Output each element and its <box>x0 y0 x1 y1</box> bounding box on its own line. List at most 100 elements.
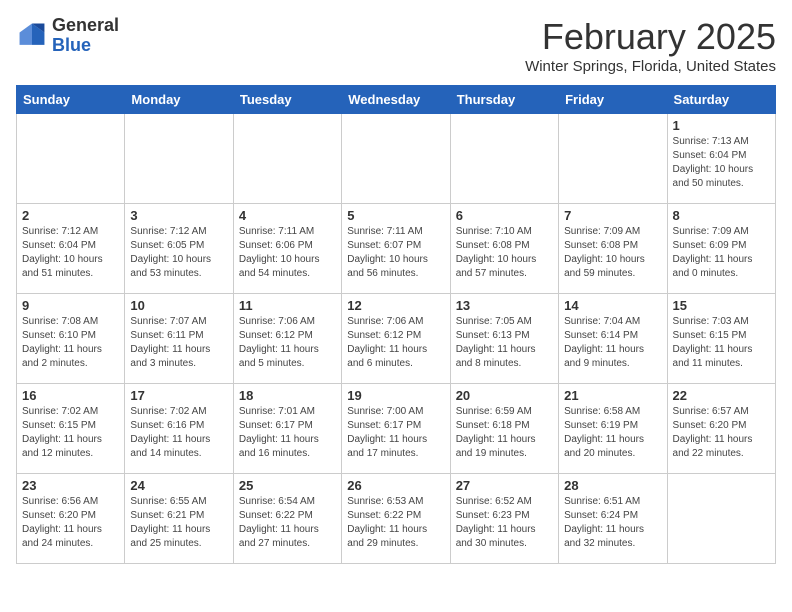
day-number: 14 <box>564 298 661 313</box>
day-info: Sunrise: 7:02 AM Sunset: 6:15 PM Dayligh… <box>22 405 119 461</box>
calendar-cell: 13Sunrise: 7:05 AM Sunset: 6:13 PM Dayli… <box>450 294 558 384</box>
logo: General Blue <box>16 16 119 56</box>
calendar-cell: 2 Sunrise: 7:12 AM Sunset: 6:04 PM Daylig… <box>17 204 125 294</box>
week-row: 9 Sunrise: 7:08 AM Sunset: 6:10 PM Daylig… <box>17 294 776 384</box>
day-info: Sunrise: 7:09 AM Sunset: 6:08 PM Dayligh… <box>564 225 661 281</box>
day-number: 22 <box>673 388 770 403</box>
calendar-cell <box>667 474 775 564</box>
day-number: 5 <box>347 208 444 223</box>
day-number: 10 <box>130 298 227 313</box>
week-row: 16 Sunrise: 7:02 AM Sunset: 6:15 PM Dayli… <box>17 384 776 474</box>
day-info: Sunrise: 7:04 AM Sunset: 6:14 PM Dayligh… <box>564 315 661 371</box>
calendar-cell <box>125 114 233 204</box>
calendar-cell: 4Sunrise: 7:11 AM Sunset: 6:06 PM Daylig… <box>233 204 341 294</box>
calendar-cell: 21 Sunrise: 6:58 AM Sunset: 6:19 PM Dayli… <box>559 384 667 474</box>
calendar-cell: 25Sunrise: 6:54 AM Sunset: 6:22 PM Dayli… <box>233 474 341 564</box>
logo-icon <box>16 20 48 52</box>
day-number: 28 <box>564 478 661 493</box>
calendar-cell: 28 Sunrise: 6:51 AM Sunset: 6:24 PM Dayli… <box>559 474 667 564</box>
calendar-cell: 23 Sunrise: 6:56 AM Sunset: 6:20 PM Dayli… <box>17 474 125 564</box>
title-block: February 2025 Winter Springs, Florida, U… <box>525 16 776 75</box>
logo-text: General Blue <box>52 16 119 56</box>
day-info: Sunrise: 7:12 AM Sunset: 6:04 PM Dayligh… <box>22 225 119 281</box>
calendar-cell: 11 Sunrise: 7:06 AM Sunset: 6:12 PM Dayli… <box>233 294 341 384</box>
day-number: 6 <box>456 208 553 223</box>
day-info: Sunrise: 6:52 AM Sunset: 6:23 PM Dayligh… <box>456 495 553 551</box>
calendar-cell: 5 Sunrise: 7:11 AM Sunset: 6:07 PM Daylig… <box>342 204 450 294</box>
day-info: Sunrise: 7:07 AM Sunset: 6:11 PM Dayligh… <box>130 315 227 371</box>
day-info: Sunrise: 7:11 AM Sunset: 6:07 PM Dayligh… <box>347 225 444 281</box>
day-number: 7 <box>564 208 661 223</box>
day-number: 27 <box>456 478 553 493</box>
day-info: Sunrise: 7:10 AM Sunset: 6:08 PM Dayligh… <box>456 225 553 281</box>
week-row: 23 Sunrise: 6:56 AM Sunset: 6:20 PM Dayli… <box>17 474 776 564</box>
day-info: Sunrise: 6:59 AM Sunset: 6:18 PM Dayligh… <box>456 405 553 461</box>
day-info: Sunrise: 6:53 AM Sunset: 6:22 PM Dayligh… <box>347 495 444 551</box>
day-info: Sunrise: 6:58 AM Sunset: 6:19 PM Dayligh… <box>564 405 661 461</box>
calendar-cell <box>450 114 558 204</box>
day-number: 18 <box>239 388 336 403</box>
day-of-week-header: Tuesday <box>233 86 341 114</box>
day-info: Sunrise: 7:02 AM Sunset: 6:16 PM Dayligh… <box>130 405 227 461</box>
calendar-cell: 15 Sunrise: 7:03 AM Sunset: 6:15 PM Dayli… <box>667 294 775 384</box>
day-of-week-header: Sunday <box>17 86 125 114</box>
day-number: 2 <box>22 208 119 223</box>
day-number: 3 <box>130 208 227 223</box>
calendar-cell: 22Sunrise: 6:57 AM Sunset: 6:20 PM Dayli… <box>667 384 775 474</box>
calendar-cell: 9 Sunrise: 7:08 AM Sunset: 6:10 PM Daylig… <box>17 294 125 384</box>
day-info: Sunrise: 6:55 AM Sunset: 6:21 PM Dayligh… <box>130 495 227 551</box>
calendar-cell: 8 Sunrise: 7:09 AM Sunset: 6:09 PM Daylig… <box>667 204 775 294</box>
day-number: 23 <box>22 478 119 493</box>
page-header: General Blue February 2025 Winter Spring… <box>16 16 776 75</box>
calendar-cell: 16 Sunrise: 7:02 AM Sunset: 6:15 PM Dayli… <box>17 384 125 474</box>
calendar-cell: 12Sunrise: 7:06 AM Sunset: 6:12 PM Dayli… <box>342 294 450 384</box>
calendar-cell: 27 Sunrise: 6:52 AM Sunset: 6:23 PM Dayli… <box>450 474 558 564</box>
calendar-cell <box>342 114 450 204</box>
day-info: Sunrise: 7:13 AM Sunset: 6:04 PM Dayligh… <box>673 135 770 191</box>
logo-blue: Blue <box>52 35 91 55</box>
day-info: Sunrise: 6:56 AM Sunset: 6:20 PM Dayligh… <box>22 495 119 551</box>
day-number: 9 <box>22 298 119 313</box>
day-info: Sunrise: 7:12 AM Sunset: 6:05 PM Dayligh… <box>130 225 227 281</box>
day-info: Sunrise: 7:03 AM Sunset: 6:15 PM Dayligh… <box>673 315 770 371</box>
calendar-cell: 7 Sunrise: 7:09 AM Sunset: 6:08 PM Daylig… <box>559 204 667 294</box>
day-info: Sunrise: 7:06 AM Sunset: 6:12 PM Dayligh… <box>239 315 336 371</box>
day-of-week-header: Friday <box>559 86 667 114</box>
week-row: 1 Sunrise: 7:13 AM Sunset: 6:04 PM Daylig… <box>17 114 776 204</box>
calendar-cell: 19 Sunrise: 7:00 AM Sunset: 6:17 PM Dayli… <box>342 384 450 474</box>
logo-general: General <box>52 15 119 35</box>
day-number: 11 <box>239 298 336 313</box>
calendar-cell: 3 Sunrise: 7:12 AM Sunset: 6:05 PM Daylig… <box>125 204 233 294</box>
calendar-header-row: SundayMondayTuesdayWednesdayThursdayFrid… <box>17 86 776 114</box>
day-number: 12 <box>347 298 444 313</box>
calendar-cell: 17 Sunrise: 7:02 AM Sunset: 6:16 PM Dayli… <box>125 384 233 474</box>
day-of-week-header: Saturday <box>667 86 775 114</box>
day-info: Sunrise: 6:51 AM Sunset: 6:24 PM Dayligh… <box>564 495 661 551</box>
day-info: Sunrise: 7:11 AM Sunset: 6:06 PM Dayligh… <box>239 225 336 281</box>
calendar-cell: 10 Sunrise: 7:07 AM Sunset: 6:11 PM Dayli… <box>125 294 233 384</box>
day-number: 16 <box>22 388 119 403</box>
day-number: 21 <box>564 388 661 403</box>
day-info: Sunrise: 7:01 AM Sunset: 6:17 PM Dayligh… <box>239 405 336 461</box>
day-info: Sunrise: 7:00 AM Sunset: 6:17 PM Dayligh… <box>347 405 444 461</box>
day-number: 15 <box>673 298 770 313</box>
calendar-cell: 6 Sunrise: 7:10 AM Sunset: 6:08 PM Daylig… <box>450 204 558 294</box>
day-number: 25 <box>239 478 336 493</box>
day-number: 24 <box>130 478 227 493</box>
calendar-cell: 14 Sunrise: 7:04 AM Sunset: 6:14 PM Dayli… <box>559 294 667 384</box>
day-of-week-header: Wednesday <box>342 86 450 114</box>
day-info: Sunrise: 7:09 AM Sunset: 6:09 PM Dayligh… <box>673 225 770 281</box>
calendar-cell: 20 Sunrise: 6:59 AM Sunset: 6:18 PM Dayli… <box>450 384 558 474</box>
day-number: 1 <box>673 118 770 133</box>
day-number: 20 <box>456 388 553 403</box>
location: Winter Springs, Florida, United States <box>525 58 776 75</box>
calendar-cell: 24 Sunrise: 6:55 AM Sunset: 6:21 PM Dayli… <box>125 474 233 564</box>
calendar-cell <box>233 114 341 204</box>
day-number: 26 <box>347 478 444 493</box>
calendar-table: SundayMondayTuesdayWednesdayThursdayFrid… <box>16 85 776 564</box>
day-number: 17 <box>130 388 227 403</box>
day-info: Sunrise: 7:08 AM Sunset: 6:10 PM Dayligh… <box>22 315 119 371</box>
day-info: Sunrise: 7:05 AM Sunset: 6:13 PM Dayligh… <box>456 315 553 371</box>
day-number: 8 <box>673 208 770 223</box>
day-number: 19 <box>347 388 444 403</box>
